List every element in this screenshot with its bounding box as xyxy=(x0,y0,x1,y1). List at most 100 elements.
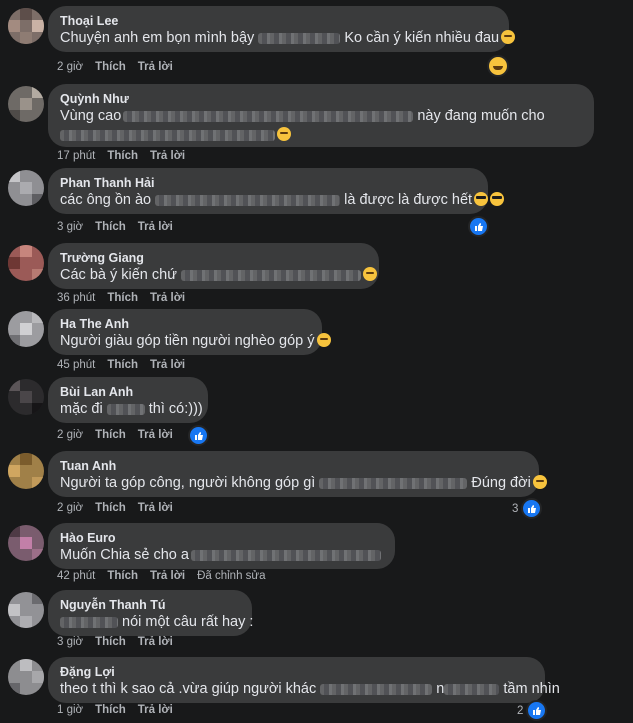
avatar[interactable] xyxy=(8,453,44,489)
avatar[interactable] xyxy=(8,86,44,122)
redacted-text xyxy=(190,549,381,561)
like-link[interactable]: Thích xyxy=(107,570,138,582)
comment-bubble: Trường Giang Các bà ý kiến chứ xyxy=(48,243,379,289)
timestamp[interactable]: 2 giờ xyxy=(57,502,83,514)
redacted-text xyxy=(444,683,500,695)
emoji-icon xyxy=(277,127,291,141)
comment-meta: 3 giờ Thích Trả lời xyxy=(57,636,185,648)
timestamp[interactable]: 1 giờ xyxy=(57,704,83,716)
comment-meta: 45 phút Thích Trả lời xyxy=(57,359,197,371)
comment-bubble: Ha The Anh Người giàu góp tiền người ngh… xyxy=(48,309,331,355)
timestamp[interactable]: 45 phút xyxy=(57,359,95,371)
author-name[interactable]: Thoại Lee xyxy=(60,13,497,29)
timestamp[interactable]: 3 giờ xyxy=(57,636,83,648)
avatar[interactable] xyxy=(8,311,44,347)
timestamp[interactable]: 2 giờ xyxy=(57,61,83,73)
edited-label: Đã chỉnh sửa xyxy=(197,570,266,582)
redacted-text xyxy=(320,683,433,695)
emoji-icon xyxy=(501,30,516,44)
like-link[interactable]: Thích xyxy=(107,359,138,371)
comment-text: mặc đi thì có:))) xyxy=(60,401,203,417)
comment-meta: 2 giờ Thích Trả lời xyxy=(57,429,185,441)
reaction-summary[interactable] xyxy=(188,425,209,446)
reply-link[interactable]: Trả lời xyxy=(138,636,173,648)
comment-meta: 42 phút Thích Trả lời Đã chỉnh sửa xyxy=(57,570,278,582)
reply-link[interactable]: Trả lời xyxy=(138,429,173,441)
like-link[interactable]: Thích xyxy=(95,61,126,73)
comment-text: Muốn Chia sẻ cho a xyxy=(60,546,383,565)
avatar[interactable] xyxy=(8,659,44,695)
timestamp[interactable]: 17 phút xyxy=(57,150,95,162)
reply-link[interactable]: Trả lời xyxy=(150,292,185,304)
like-link[interactable]: Thích xyxy=(107,292,138,304)
like-link[interactable]: Thích xyxy=(95,429,126,441)
reply-link[interactable]: Trả lời xyxy=(138,221,173,233)
comment-bubble: Bùi Lan Anh mặc đi thì có:))) xyxy=(48,377,208,423)
haha-icon[interactable] xyxy=(487,55,509,77)
comment-bubble: Đặng Lợi theo t thì k sao cả .vừa giúp n… xyxy=(48,657,560,703)
avatar[interactable] xyxy=(8,245,44,281)
like-icon xyxy=(521,498,543,519)
author-name[interactable]: Phan Thanh Hải xyxy=(60,175,476,191)
comment-bubble: Tuan Anh Người ta góp công, người không … xyxy=(48,451,547,497)
avatar[interactable] xyxy=(8,525,44,561)
like-icon xyxy=(188,425,209,446)
reply-link[interactable]: Trả lời xyxy=(138,61,173,73)
avatar[interactable] xyxy=(8,592,44,628)
redacted-text xyxy=(106,403,145,415)
like-link[interactable]: Thích xyxy=(95,221,126,233)
emoji-icon xyxy=(532,475,547,489)
redacted-text xyxy=(319,477,468,489)
redacted-text xyxy=(155,194,341,206)
author-name[interactable]: Nguyễn Thanh Tú xyxy=(60,597,240,613)
reaction-summary[interactable] xyxy=(468,216,489,237)
author-name[interactable]: Tuan Anh xyxy=(60,458,527,474)
timestamp[interactable]: 42 phút xyxy=(57,570,95,582)
author-name[interactable]: Trường Giang xyxy=(60,250,367,266)
author-name[interactable]: Ha The Anh xyxy=(60,316,310,332)
comment-meta: 3 giờ Thích Trả lời xyxy=(57,221,185,233)
author-name[interactable]: Đặng Lợi xyxy=(60,664,533,680)
comment-text: Chuyện anh em bọn mình bậy Ko cần ý kiến… xyxy=(60,29,516,48)
reaction-count: 3 xyxy=(512,502,519,515)
reaction-summary[interactable]: 3 xyxy=(512,498,543,519)
comment-bubble: Quỳnh Như Vùng cao này đang muốn cho xyxy=(48,84,594,147)
reaction-count: 2 xyxy=(517,704,524,717)
avatar[interactable] xyxy=(8,8,44,44)
emoji-icon xyxy=(490,192,505,206)
author-name[interactable]: Hào Euro xyxy=(60,530,383,546)
author-name[interactable]: Quỳnh Như xyxy=(60,91,582,107)
redacted-text xyxy=(123,110,414,122)
like-link[interactable]: Thích xyxy=(95,704,126,716)
reply-link[interactable]: Trả lời xyxy=(138,704,173,716)
reply-link[interactable]: Trả lời xyxy=(150,359,185,371)
avatar[interactable] xyxy=(8,379,44,415)
comment-text: các ông ồn ào là được là được hết xyxy=(60,191,505,210)
reply-link[interactable]: Trả lời xyxy=(150,570,185,582)
comment-bubble: Thoại Lee Chuyện anh em bọn mình bậy Ko … xyxy=(48,6,516,52)
like-link[interactable]: Thích xyxy=(95,502,126,514)
comment-text: Vùng cao này đang muốn cho xyxy=(60,108,545,124)
comment-meta: 17 phút Thích Trả lời xyxy=(57,150,197,162)
author-name[interactable]: Bùi Lan Anh xyxy=(60,384,196,400)
comment-meta: 2 giờ Thích Trả lời xyxy=(57,502,185,514)
reply-link[interactable]: Trả lời xyxy=(150,150,185,162)
like-link[interactable]: Thích xyxy=(107,150,138,162)
comment-text: Người giàu góp tiền người nghèo góp ý xyxy=(60,332,331,351)
like-link[interactable]: Thích xyxy=(95,636,126,648)
comment-bubble: Hào Euro Muốn Chia sẻ cho a xyxy=(48,523,395,569)
comment-text: Người ta góp công, người không góp gì Đú… xyxy=(60,474,547,493)
timestamp[interactable]: 2 giờ xyxy=(57,429,83,441)
comment-meta: 1 giờ Thích Trả lời xyxy=(57,704,185,716)
reply-link[interactable]: Trả lời xyxy=(138,502,173,514)
reaction-summary[interactable]: 2 xyxy=(517,700,548,721)
redacted-text xyxy=(60,129,275,141)
timestamp[interactable]: 36 phút xyxy=(57,292,95,304)
emoji-icon xyxy=(362,267,377,281)
redacted-text xyxy=(60,616,118,628)
timestamp[interactable]: 3 giờ xyxy=(57,221,83,233)
comment-text: Các bà ý kiến chứ xyxy=(60,266,377,285)
comment-bubble: Phan Thanh Hải các ông ồn ào là được là … xyxy=(48,168,505,214)
avatar[interactable] xyxy=(8,170,44,206)
redacted-text xyxy=(180,269,361,281)
